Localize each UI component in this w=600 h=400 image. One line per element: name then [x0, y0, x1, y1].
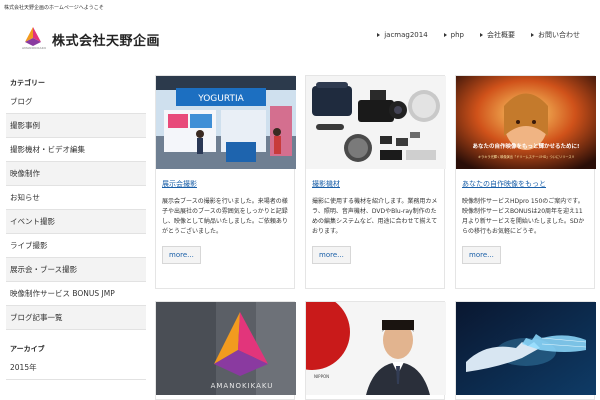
- bullet-icon: [443, 33, 447, 37]
- sidebar-heading-categories: カテゴリー: [10, 79, 45, 87]
- flag-caption-text: NIPPON: [314, 374, 329, 379]
- post-title-link[interactable]: あなたの自作映像をもっと: [462, 179, 588, 189]
- post-thumbnail[interactable]: あなたの自作映像をもっと輝かせるために! キラキラ光輝く映像演出「ドリームステー…: [456, 76, 596, 169]
- sidebar-list: ブログ 撮影事例 撮影機材・ビデオ編集 映像制作 お知らせ イベント撮影 ライブ…: [6, 90, 146, 330]
- post-excerpt: 撮影に使用する機材を紹介します。業務用カメラ、照明、音声機材、DVDやBlu-r…: [312, 198, 438, 235]
- nav-item-company[interactable]: 会社概要: [480, 28, 515, 42]
- promo-line1-text: あなたの自作映像をもっと輝かせるために!: [472, 142, 579, 150]
- post-excerpt: 映像制作サービスHDpro 150のご案内です。映像制作サービスBONUSは20…: [462, 198, 585, 235]
- sidebar-item[interactable]: 撮影事例: [6, 114, 146, 138]
- bullet-icon: [531, 33, 534, 37]
- post-card: [455, 301, 596, 400]
- post-title-link[interactable]: 撮影機材: [312, 179, 438, 189]
- nav-label: お問い合わせ: [538, 31, 580, 39]
- post-title-link[interactable]: 展示会撮影: [162, 179, 288, 189]
- sidebar-item[interactable]: 展示会・ブース撮影: [6, 258, 146, 282]
- sidebar-item-archive[interactable]: 2015年: [6, 356, 146, 380]
- logo-card-text: AMANOKIKAKU: [211, 382, 274, 390]
- nav-item-php[interactable]: php: [443, 28, 464, 42]
- yogurt-sign-text: YOGURTIA: [197, 94, 244, 104]
- bullet-icon: [480, 33, 483, 37]
- post-card: NIPPON: [305, 301, 446, 400]
- sidebar-heading-archive: アーカイブ: [10, 345, 45, 353]
- nav-label: php: [450, 31, 464, 39]
- nav-item-jacmag2014[interactable]: jacmag2014: [377, 28, 428, 42]
- sidebar-item[interactable]: 撮影機材・ビデオ編集: [6, 138, 146, 162]
- more-button[interactable]: more...: [462, 246, 501, 264]
- bullet-icon: [377, 33, 381, 37]
- post-card: AMANOKIKAKU: [155, 301, 296, 400]
- sidebar-item[interactable]: 映像制作サービス BONUS JMP: [6, 282, 146, 306]
- post-thumbnail[interactable]: [306, 76, 446, 169]
- post-thumbnail[interactable]: [456, 302, 596, 395]
- sidebar-item[interactable]: お知らせ: [6, 186, 146, 210]
- sidebar-item[interactable]: 映像制作: [6, 162, 146, 186]
- post-excerpt: 展示会ブースの撮影を行いました。来場者の様子や出展社のブースの雰囲気をしっかりと…: [162, 198, 288, 235]
- sidebar-item[interactable]: ブログ: [6, 90, 146, 114]
- sidebar-item[interactable]: ライブ撮影: [6, 234, 146, 258]
- sidebar-item[interactable]: ブログ記事一覧: [6, 306, 146, 330]
- promo-line2-text: キラキラ光輝く映像演出「ドリームステージHD」ついにリリース!!: [478, 154, 574, 159]
- logo-text: 株式会社天野企画: [52, 34, 161, 49]
- sidebar-list-archive: 2015年: [6, 356, 146, 380]
- more-button[interactable]: more...: [312, 246, 351, 264]
- site-logo[interactable]: AMANOKIKAKU 株式会社天野企画: [22, 26, 182, 50]
- post-thumbnail[interactable]: NIPPON: [306, 302, 446, 395]
- sidebar-item[interactable]: イベント撮影: [6, 210, 146, 234]
- nav-label: 会社概要: [487, 31, 515, 39]
- post-card: 撮影機材 撮影に使用する機材を紹介します。業務用カメラ、照明、音声機材、DVDや…: [305, 75, 446, 289]
- sidebar: カテゴリー ブログ 撮影事例 撮影機材・ビデオ編集 映像制作 お知らせ イベント…: [6, 74, 146, 380]
- post-thumbnail[interactable]: YOGURTIA: [156, 76, 296, 169]
- more-button[interactable]: more...: [162, 246, 201, 264]
- main-nav: jacmag2014 php 会社概要 お問い合わせ: [361, 28, 580, 42]
- nav-label: jacmag2014: [384, 31, 428, 39]
- top-tagline: 株式会社天野企画のホームページへようこそ: [4, 5, 104, 11]
- logo-small-text: AMANOKIKAKU: [22, 46, 47, 50]
- post-card: YOGURTIA 展示会撮影 展示会ブースの撮影を行いました。来場者の様子や出展…: [155, 75, 296, 289]
- nav-item-contact[interactable]: お問い合わせ: [531, 28, 580, 42]
- post-card: あなたの自作映像をもっと輝かせるために! キラキラ光輝く映像演出「ドリームステー…: [455, 75, 596, 289]
- post-thumbnail[interactable]: AMANOKIKAKU: [156, 302, 296, 395]
